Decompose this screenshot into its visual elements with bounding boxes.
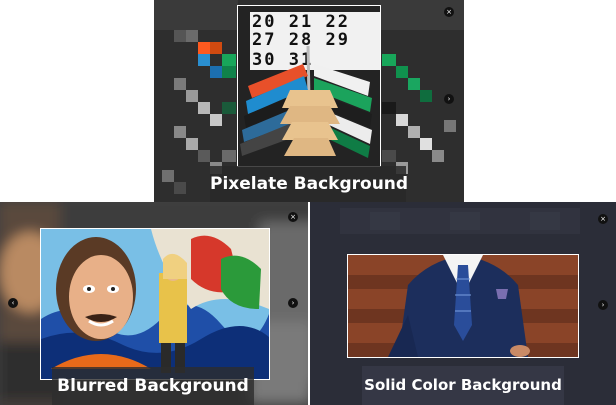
shirts-on-hangers xyxy=(240,46,372,158)
previous-button[interactable]: ‹ xyxy=(8,298,18,308)
mural-artwork xyxy=(41,229,269,379)
caption-text: Pixelate Background xyxy=(210,174,409,194)
chevron-left-icon: ‹ xyxy=(11,299,15,307)
man-in-suit xyxy=(348,255,578,357)
close-button[interactable]: × xyxy=(598,214,608,224)
number-label: 21 xyxy=(288,12,314,32)
caption-text: Blurred Background xyxy=(57,376,249,396)
close-icon: × xyxy=(600,215,606,223)
close-icon: × xyxy=(290,213,296,221)
graffiti-mural-photo xyxy=(40,228,270,380)
clothing-rack-photo: 20 21 22 23 24 27 28 29 30 31 xyxy=(237,5,381,167)
close-button[interactable]: × xyxy=(288,212,298,222)
blurred-panel: Blurred Background × ‹ › xyxy=(0,202,308,405)
chevron-right-icon: › xyxy=(601,301,605,309)
next-button[interactable]: › xyxy=(288,298,298,308)
next-button[interactable]: › xyxy=(444,94,454,104)
next-button[interactable]: › xyxy=(598,300,608,310)
pixelate-panel: 20 21 22 23 24 27 28 29 30 31 xyxy=(154,0,464,202)
number-label: 20 xyxy=(252,12,277,32)
solid-color-panel: Solid Color Background × › xyxy=(310,202,616,405)
close-button[interactable]: × xyxy=(444,7,454,17)
caption-text: Solid Color Background xyxy=(364,376,562,394)
close-icon: × xyxy=(446,8,452,16)
chevron-right-icon: › xyxy=(447,95,451,103)
caption-box: Blurred Background xyxy=(52,367,254,405)
chevron-right-icon: › xyxy=(291,299,295,307)
suit-photo xyxy=(347,254,579,358)
number-label: 22 xyxy=(325,12,350,32)
caption-box: Pixelate Background xyxy=(210,166,409,202)
caption-box: Solid Color Background xyxy=(362,366,564,405)
